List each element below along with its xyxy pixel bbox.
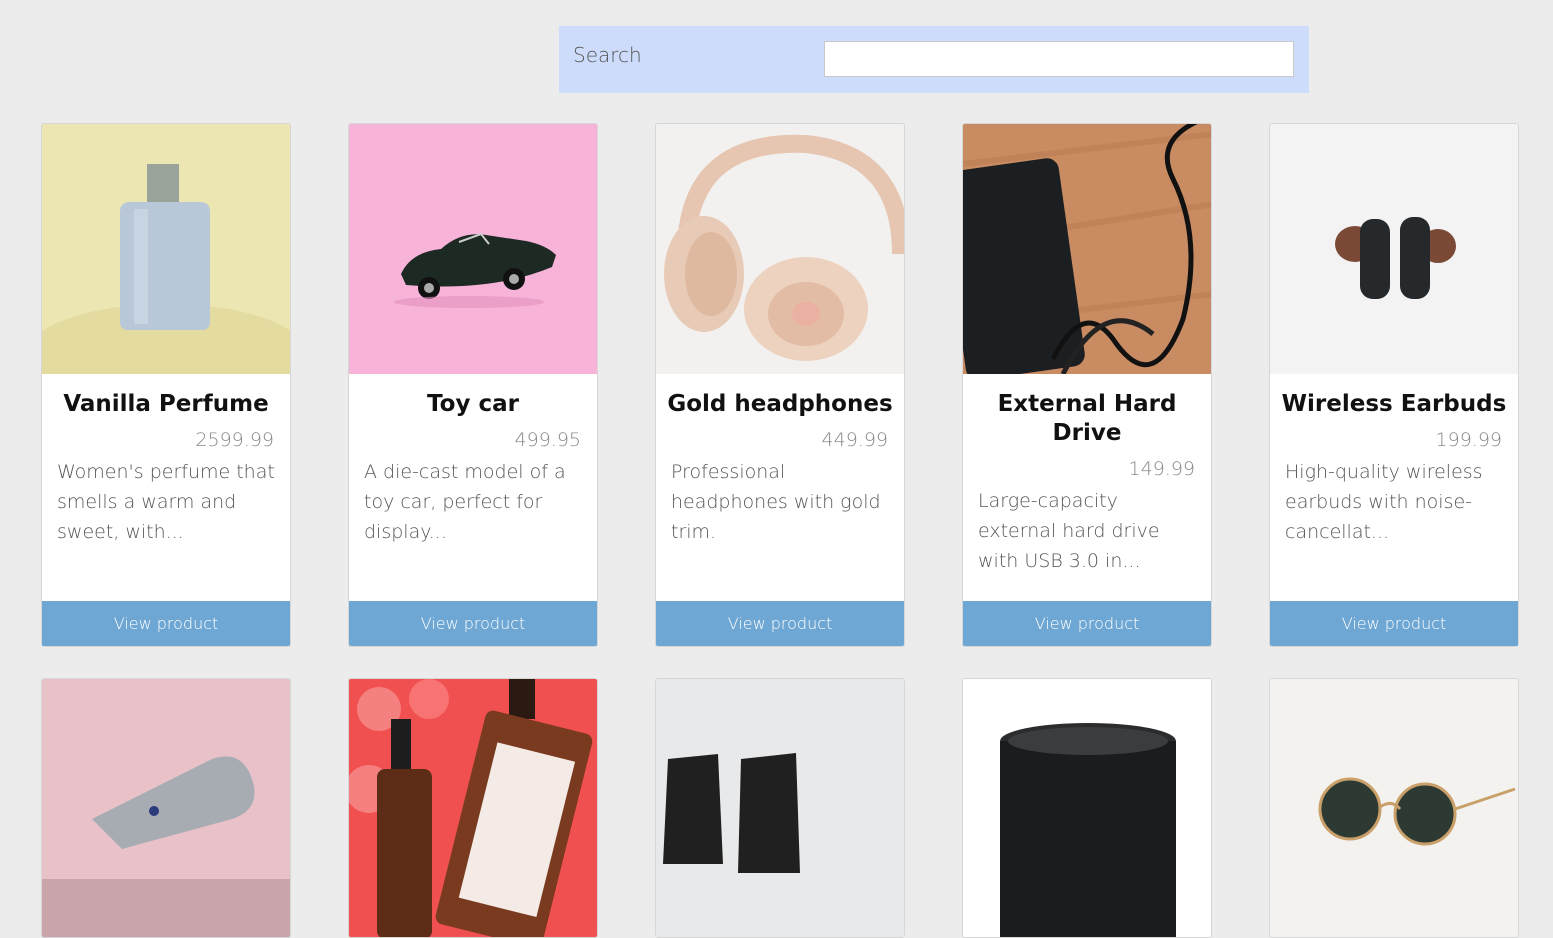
product-image[interactable] [42,124,290,374]
view-product-button[interactable]: View product [42,601,290,646]
product-card [655,678,905,938]
product-price: 499.95 [514,429,581,451]
earbuds-image [1270,124,1518,374]
perfume-bottle-image [42,124,290,374]
product-price: 199.99 [1435,429,1502,451]
toy-car-image [349,124,597,374]
view-product-button[interactable]: View product [349,601,597,646]
view-product-button[interactable]: View product [1270,601,1518,646]
product-description: Large-capacity external hard drive with … [978,490,1160,572]
product-card: External Hard Drive 149.99 Large-capacit… [962,123,1212,647]
product-image[interactable] [1270,124,1518,374]
speaker-image [963,679,1211,937]
serum-bottles-image [349,679,597,937]
sunglasses-image [1270,679,1518,937]
product-description: Women's perfume that smells a warm and s… [57,461,275,543]
product-card [1269,678,1519,938]
product-card [962,678,1212,938]
hard-drive-image [963,124,1211,374]
product-title[interactable]: Gold headphones [666,390,894,419]
product-card: Vanilla Perfume 2599.99 Women's perfume … [41,123,291,647]
product-card: Toy car 499.95 A die-cast model of a toy… [348,123,598,647]
product-price: 149.99 [1128,458,1195,480]
product-price: 2599.99 [195,429,274,451]
product-title[interactable]: Vanilla Perfume [52,390,280,419]
search-input[interactable] [824,41,1294,77]
view-product-button[interactable]: View product [656,601,904,646]
headphones-image [656,124,904,374]
search-bar: Search [559,26,1309,93]
product-title[interactable]: Wireless Earbuds [1280,390,1508,419]
product-image[interactable] [349,124,597,374]
product-card [348,678,598,938]
product-card [41,678,291,938]
product-price: 449.99 [821,429,888,451]
product-description: High-quality wireless earbuds with noise… [1285,461,1483,543]
product-title[interactable]: External Hard Drive [973,390,1201,448]
search-label: Search [573,43,642,67]
product-description: Professional headphones with gold trim. [671,461,881,543]
boots-image [656,679,904,937]
product-image[interactable] [656,124,904,374]
product-description: A die-cast model of a toy car, perfect f… [364,461,566,543]
product-card: Wireless Earbuds 199.99 High-quality wir… [1269,123,1519,647]
product-card: Gold headphones 449.99 Professional head… [655,123,905,647]
view-product-button[interactable]: View product [963,601,1211,646]
hair-dryer-image [42,679,290,937]
product-title[interactable]: Toy car [359,390,587,419]
product-image[interactable] [963,124,1211,374]
